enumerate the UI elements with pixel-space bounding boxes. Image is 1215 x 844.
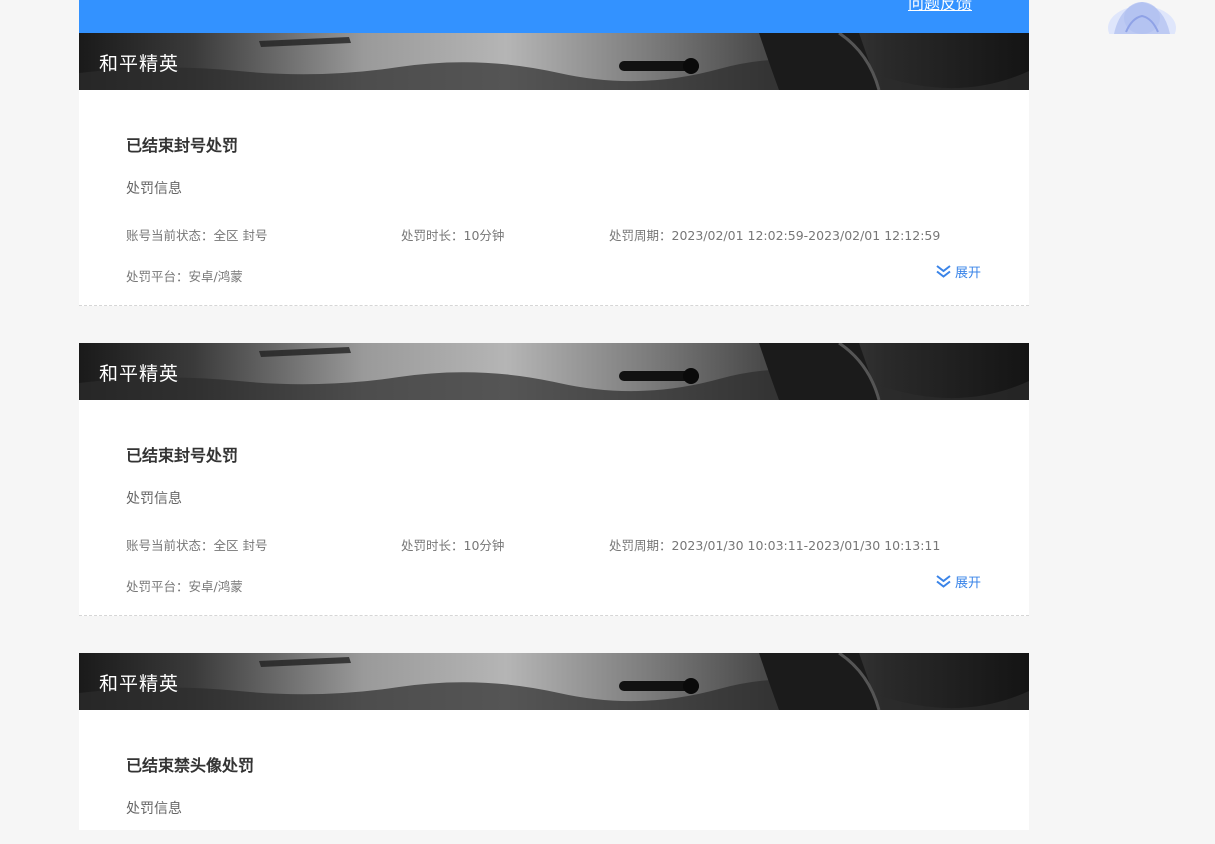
- info-row: 账号当前状态：全区 封号 处罚时长：10分钟 处罚周期：2023/01/30 1…: [126, 535, 982, 554]
- expand-button[interactable]: 展开: [935, 262, 981, 281]
- game-banner: 和平精英: [79, 653, 1029, 710]
- section-label: 处罚信息: [126, 801, 182, 817]
- top-bar: 问题反馈: [79, 0, 1029, 33]
- game-name: 和平精英: [99, 673, 180, 695]
- penalty-platform: 处罚平台：安卓/鸿蒙: [126, 579, 243, 594]
- game-name: 和平精英: [99, 53, 180, 75]
- penalty-period: 处罚周期：2023/02/01 12:02:59-2023/02/01 12:1…: [609, 228, 941, 243]
- penalty-platform: 处罚平台：安卓/鸿蒙: [126, 269, 243, 284]
- user-avatar[interactable]: [1106, 0, 1178, 34]
- penalty-title: 已结束封号处罚: [126, 136, 239, 155]
- info-row: 账号当前状态：全区 封号 处罚时长：10分钟 处罚周期：2023/02/01 1…: [126, 225, 982, 244]
- double-chevron-down-icon: [936, 265, 951, 278]
- account-status: 账号当前状态：全区 封号: [126, 538, 268, 553]
- expand-label: 展开: [954, 266, 981, 281]
- penalty-card: 和平精英 已结束封号处罚 处罚信息 账号当前状态：全区 封号 处罚时长：10分钟…: [79, 33, 1029, 306]
- penalty-duration: 处罚时长：10分钟: [401, 538, 505, 553]
- expand-label: 展开: [954, 576, 981, 591]
- card-separator: [79, 306, 1029, 343]
- expand-button[interactable]: 展开: [935, 572, 981, 591]
- card-separator: [79, 616, 1029, 653]
- feedback-link[interactable]: 问题反馈: [908, 0, 972, 14]
- penalty-title: 已结束封号处罚: [126, 446, 239, 465]
- section-label: 处罚信息: [126, 181, 182, 197]
- penalty-card: 和平精英 已结束禁头像处罚 处罚信息: [79, 653, 1029, 830]
- section-label: 处罚信息: [126, 491, 182, 507]
- penalty-details: 已结束禁头像处罚 处罚信息: [79, 710, 1029, 830]
- banner-scene-image: [79, 343, 1029, 400]
- penalty-title: 已结束禁头像处罚: [126, 756, 255, 775]
- double-chevron-down-icon: [936, 575, 951, 588]
- banner-scene-image: [79, 653, 1029, 710]
- penalty-details: 已结束封号处罚 处罚信息 账号当前状态：全区 封号 处罚时长：10分钟 处罚周期…: [79, 90, 1029, 306]
- penalty-details: 已结束封号处罚 处罚信息 账号当前状态：全区 封号 处罚时长：10分钟 处罚周期…: [79, 400, 1029, 616]
- game-banner: 和平精英: [79, 343, 1029, 400]
- penalty-card: 和平精英 已结束封号处罚 处罚信息 账号当前状态：全区 封号 处罚时长：10分钟…: [79, 343, 1029, 616]
- game-name: 和平精英: [99, 363, 180, 385]
- game-banner: 和平精英: [79, 33, 1029, 90]
- penalty-period: 处罚周期：2023/01/30 10:03:11-2023/01/30 10:1…: [609, 538, 941, 553]
- banner-scene-image: [79, 33, 1029, 90]
- page-container: 问题反馈 和平精英 已结束封号处罚 处罚信息 账号当前状态：全区 封号 处罚时长…: [79, 0, 1029, 830]
- penalty-duration: 处罚时长：10分钟: [401, 228, 505, 243]
- account-status: 账号当前状态：全区 封号: [126, 228, 268, 243]
